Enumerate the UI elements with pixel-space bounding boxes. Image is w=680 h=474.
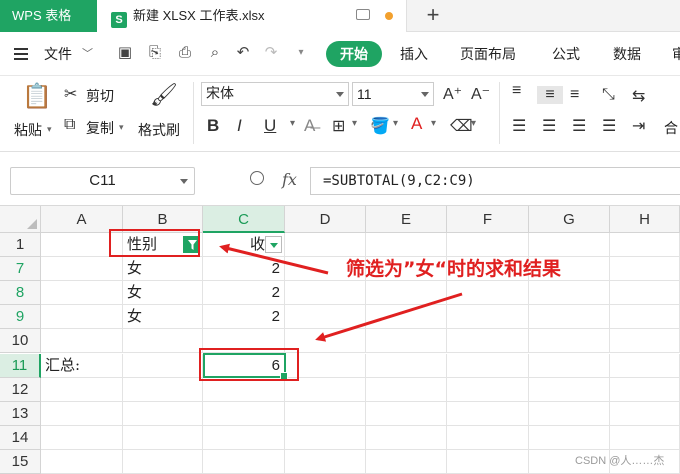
- annotation-arrows: [219, 243, 463, 342]
- watermark: CSDN @人……杰: [575, 455, 665, 467]
- arrow-to-header: [219, 243, 329, 275]
- annotation-text: 筛选为”女“时的求和结果: [346, 258, 561, 280]
- arrow-to-result: [315, 292, 463, 342]
